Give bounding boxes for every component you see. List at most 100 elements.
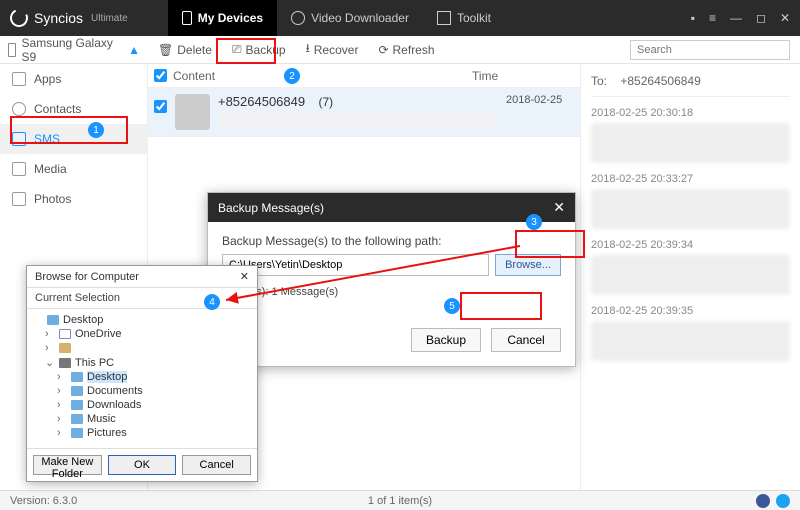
msg-time: 2018-02-25 20:33:27: [591, 173, 790, 185]
sidebar-item-sms[interactable]: SMS: [0, 124, 147, 154]
tree-item[interactable]: Documents: [87, 385, 143, 397]
message-icon[interactable]: ▪: [691, 11, 695, 25]
folder-icon: [47, 315, 59, 325]
recover-icon: ⭳: [306, 39, 310, 60]
conv-time: 2018-02-25: [506, 94, 574, 106]
item-count: 1 of 1 item(s): [368, 495, 432, 507]
sms-label: SMS: [34, 132, 60, 146]
play-circle-icon: [291, 11, 305, 25]
make-new-folder-button[interactable]: Make New Folder: [33, 455, 102, 475]
recover-label: Recover: [314, 43, 359, 57]
tree-item[interactable]: This PC: [75, 357, 114, 369]
pc-icon: [59, 358, 71, 368]
sms-icon: [12, 132, 26, 146]
tree-item[interactable]: Downloads: [87, 399, 141, 411]
select-all-checkbox[interactable]: [154, 69, 167, 82]
message-item: 2018-02-25 20:30:18: [591, 107, 790, 163]
row-checkbox[interactable]: [154, 100, 167, 113]
apps-label: Apps: [34, 72, 61, 86]
search-input[interactable]: [630, 40, 790, 60]
browse-close-icon[interactable]: ✕: [240, 270, 249, 283]
sidebar-item-contacts[interactable]: Contacts: [0, 94, 147, 124]
refresh-button[interactable]: ⟳ Refresh: [368, 36, 444, 63]
col-content: Content: [173, 69, 215, 83]
tree-item[interactable]: Pictures: [87, 427, 127, 439]
contacts-icon: [12, 102, 26, 116]
msg-time: 2018-02-25 20:39:35: [591, 305, 790, 317]
close-icon[interactable]: ✕: [780, 11, 790, 25]
minimize-icon[interactable]: —: [730, 11, 742, 25]
browse-title: Browse for Computer: [35, 271, 139, 283]
maximize-icon[interactable]: ◻: [756, 11, 766, 25]
brand: Syncios Ultimate: [10, 9, 128, 27]
tab-my-devices-label: My Devices: [198, 11, 263, 25]
tree-item[interactable]: Desktop: [63, 314, 103, 326]
avatar-icon: [175, 94, 210, 130]
media-label: Media: [34, 162, 67, 176]
tab-video-downloader[interactable]: Video Downloader: [277, 0, 423, 36]
browse-cancel-button[interactable]: Cancel: [182, 455, 251, 475]
photos-label: Photos: [34, 192, 71, 206]
folder-icon: [71, 386, 83, 396]
nav-tabs: My Devices Video Downloader Toolkit: [168, 0, 505, 36]
conversation-row[interactable]: +85264506849 (7) 2018-02-25: [148, 88, 580, 137]
backup-button[interactable]: ⎚ Backup: [222, 36, 296, 63]
dialog-title: Backup Message(s): [218, 201, 324, 215]
dialog-backup-button[interactable]: Backup: [411, 328, 481, 352]
delete-button[interactable]: 🗑 Delete: [148, 36, 222, 63]
tree-item-selected[interactable]: Desktop: [87, 371, 127, 383]
message-item: 2018-02-25 20:33:27: [591, 173, 790, 229]
dialog-cancel-button[interactable]: Cancel: [491, 328, 561, 352]
tree-item[interactable]: Music: [87, 413, 116, 425]
list-header: Content Time: [148, 64, 580, 88]
trash-icon: 🗑: [158, 43, 173, 57]
folder-icon: [71, 414, 83, 424]
browse-subtitle: Current Selection: [27, 288, 257, 309]
media-icon: [12, 162, 26, 176]
device-name: Samsung Galaxy S9: [22, 36, 123, 64]
device-selector[interactable]: Samsung Galaxy S9 ▲: [0, 36, 148, 64]
folder-icon: [71, 428, 83, 438]
twitter-icon[interactable]: [776, 494, 790, 508]
browse-dialog: Browse for Computer ✕ Current Selection …: [26, 265, 258, 482]
backup-path-input[interactable]: [222, 254, 489, 276]
browse-ok-button[interactable]: OK: [108, 455, 177, 475]
message-item: 2018-02-25 20:39:35: [591, 305, 790, 361]
to-label: To:: [591, 74, 607, 88]
message-pane: To: +85264506849 2018-02-25 20:30:18 201…: [580, 64, 800, 491]
dialog-info: 1 Item(s): 1 Message(s): [222, 286, 561, 298]
dialog-close-icon[interactable]: ✕: [553, 199, 565, 216]
facebook-icon[interactable]: [756, 494, 770, 508]
msg-bubble: [591, 321, 790, 361]
search-wrap: [630, 40, 790, 60]
tab-toolkit[interactable]: Toolkit: [423, 0, 505, 36]
refresh-label: Refresh: [393, 43, 435, 57]
status-bar: Version: 6.3.0 1 of 1 item(s): [0, 490, 800, 510]
tree-item[interactable]: OneDrive: [75, 328, 121, 340]
window-controls: ▪ ≡ — ◻ ✕: [691, 11, 790, 25]
menu-icon[interactable]: ≡: [709, 11, 716, 25]
title-bar: Syncios Ultimate My Devices Video Downlo…: [0, 0, 800, 36]
message-item: 2018-02-25 20:39:34: [591, 239, 790, 295]
contacts-label: Contacts: [34, 102, 81, 116]
msg-time: 2018-02-25 20:39:34: [591, 239, 790, 251]
app-edition: Ultimate: [91, 13, 128, 24]
browse-button[interactable]: Browse...: [495, 254, 561, 276]
cloud-icon: [59, 329, 71, 339]
msg-bubble: [591, 255, 790, 295]
recover-button[interactable]: ⭳ Recover: [296, 36, 369, 63]
tab-video-dl-label: Video Downloader: [311, 11, 409, 25]
sidebar-item-media[interactable]: Media: [0, 154, 147, 184]
phone-icon: [182, 11, 192, 25]
folder-tree[interactable]: Desktop ›OneDrive › ⌄This PC ›Desktop ›D…: [27, 309, 257, 448]
tab-my-devices[interactable]: My Devices: [168, 0, 277, 36]
brand-logo-icon: [7, 6, 30, 29]
conv-number: +85264506849: [218, 94, 305, 109]
dialog-prompt: Backup Message(s) to the following path:: [222, 234, 561, 248]
msg-bubble: [591, 189, 790, 229]
sidebar-item-photos[interactable]: Photos: [0, 184, 147, 214]
device-toolbar-row: Samsung Galaxy S9 ▲ 🗑 Delete ⎚ Backup ⭳ …: [0, 36, 800, 64]
backup-label: Backup: [246, 43, 286, 57]
dialog-title-bar: Backup Message(s) ✕: [208, 193, 575, 222]
sidebar-item-apps[interactable]: Apps: [0, 64, 147, 94]
